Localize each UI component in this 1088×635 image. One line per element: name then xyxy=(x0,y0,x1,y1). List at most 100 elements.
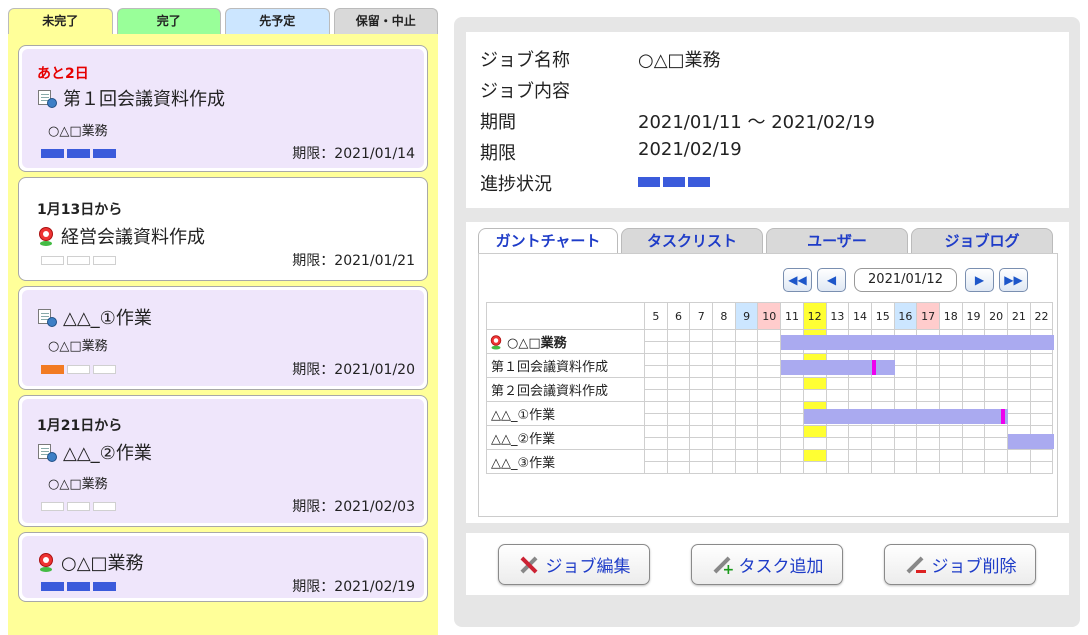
gantt-cell xyxy=(1029,413,1054,426)
tab-users[interactable]: ユーザー xyxy=(766,228,908,253)
gantt-cell xyxy=(870,461,895,474)
gantt-cell xyxy=(666,461,691,474)
job-card[interactable]: あと2日 第１回会議資料作成 ○△□業務 期限：2021/01/14 xyxy=(18,45,428,172)
progress-indicator xyxy=(638,177,710,196)
gantt-cell xyxy=(802,425,827,438)
gantt-row-label[interactable]: ○△□業務 xyxy=(486,329,645,354)
job-info: ジョブ名称 ○△□業務 ジョブ内容 期間 2021/01/11 〜 2021/02/… xyxy=(466,32,1069,208)
gantt-day-header: 10 xyxy=(757,302,782,330)
gantt-cell xyxy=(893,425,918,438)
gantt-cell xyxy=(689,413,714,426)
gantt-bar[interactable] xyxy=(803,409,1009,425)
edit-job-button[interactable]: ジョブ編集 xyxy=(498,544,650,585)
gantt-cell xyxy=(1007,377,1031,390)
job-card[interactable]: ○△□業務 期限：2021/02/19 xyxy=(18,532,428,602)
gantt-bar[interactable] xyxy=(781,359,895,375)
gantt-cell xyxy=(893,389,918,402)
add-task-button[interactable]: + タスク追加 xyxy=(691,544,843,585)
tab-scheduled[interactable]: 先予定 xyxy=(225,8,330,34)
prev-day-button[interactable]: ◀ xyxy=(817,268,846,292)
gantt-row-label[interactable]: △△_①作業 xyxy=(486,401,645,426)
gantt-cell xyxy=(848,461,872,474)
gantt-cell xyxy=(916,461,940,474)
gantt-cell xyxy=(1029,377,1054,390)
gantt-day-header: 20 xyxy=(984,302,1008,330)
period-value: 2021/01/11 〜 2021/02/19 xyxy=(638,112,875,133)
gantt-cell xyxy=(780,389,804,402)
gantt-cell xyxy=(644,413,668,426)
gantt-row-label[interactable]: 第１回会議資料作成 xyxy=(486,353,645,378)
tab-incomplete[interactable]: 未完了 xyxy=(8,8,113,34)
progress-indicator xyxy=(41,502,116,511)
gantt-row-label[interactable]: △△_②作業 xyxy=(486,425,645,450)
gantt-cell xyxy=(712,413,736,426)
gantt-chart: ◀◀ ◀ 2021/01/12 ▶ ▶▶ 5 6 7 8 9 10 11 12 13 14 15 16… xyxy=(478,253,1058,517)
delete-job-button[interactable]: ジョブ削除 xyxy=(884,544,1036,585)
gantt-day-header: 7 xyxy=(689,302,714,330)
date-navigation: ◀◀ ◀ 2021/01/12 ▶ ▶▶ xyxy=(783,268,1033,292)
gantt-cell xyxy=(961,377,986,390)
pin-icon xyxy=(489,334,503,349)
gantt-cell xyxy=(734,437,759,450)
gantt-cell xyxy=(666,437,691,450)
edit-job-label: ジョブ編集 xyxy=(545,557,631,577)
gantt-row-label[interactable]: △△_③作業 xyxy=(486,449,645,474)
gantt-cell xyxy=(644,353,668,366)
gantt-header-row: 5 6 7 8 9 10 11 12 13 14 15 16 17 18 19 20 21 22 xyxy=(486,302,1054,330)
gantt-cell xyxy=(712,437,736,450)
gantt-cell xyxy=(1029,461,1054,474)
gantt-cell xyxy=(893,449,918,462)
prev-week-button[interactable]: ◀◀ xyxy=(783,268,812,292)
gantt-cell xyxy=(780,401,804,414)
gantt-cell xyxy=(1029,401,1054,414)
gantt-bar[interactable] xyxy=(1008,434,1054,450)
gantt-cell xyxy=(689,449,714,462)
job-card[interactable]: △△_①作業 ○△□業務 期限：2021/01/20 xyxy=(18,286,428,390)
gantt-cell xyxy=(961,389,986,402)
gantt-bar[interactable] xyxy=(781,335,1054,350)
next-day-button[interactable]: ▶ xyxy=(965,268,994,292)
gantt-cell xyxy=(961,365,986,378)
tab-complete[interactable]: 完了 xyxy=(116,8,221,34)
progress-indicator xyxy=(41,365,116,374)
gantt-cell xyxy=(938,461,963,474)
gantt-cell xyxy=(689,341,714,354)
gantt-cell xyxy=(802,461,827,474)
job-card[interactable]: 1月13日から 経営会議資料作成 期限：2021/01/21 xyxy=(18,177,428,281)
gantt-cell xyxy=(757,377,782,390)
gantt-cell xyxy=(644,437,668,450)
gantt-cell xyxy=(689,461,714,474)
gantt-row: △△_②作業 xyxy=(486,425,1054,450)
gantt-cell xyxy=(712,461,736,474)
job-deadline: 期限：2021/02/03 xyxy=(292,499,415,515)
tab-task-list[interactable]: タスクリスト xyxy=(621,228,763,253)
gantt-cell xyxy=(984,449,1008,462)
progress-indicator xyxy=(41,256,116,265)
gantt-cell xyxy=(757,437,782,450)
tab-job-log[interactable]: ジョブログ xyxy=(911,228,1053,253)
tab-gantt-chart[interactable]: ガントチャート xyxy=(478,228,618,253)
job-parent: ○△□業務 xyxy=(48,477,108,492)
next-week-button[interactable]: ▶▶ xyxy=(999,268,1028,292)
job-name-label: ジョブ名称 xyxy=(480,50,570,71)
gantt-cell xyxy=(938,353,963,366)
gantt-cell xyxy=(666,449,691,462)
action-bar: ジョブ編集 + タスク追加 ジョブ削除 xyxy=(466,533,1069,595)
job-title: 経営会議資料作成 xyxy=(37,223,205,249)
gantt-cell xyxy=(757,461,782,474)
job-card[interactable]: 1月21日から △△_②作業 ○△□業務 期限：2021/02/03 xyxy=(18,395,428,527)
gantt-cell xyxy=(1029,365,1054,378)
gantt-cell xyxy=(757,341,782,354)
gantt-cell xyxy=(644,461,668,474)
gantt-day-header: 15 xyxy=(870,302,895,330)
current-date[interactable]: 2021/01/12 xyxy=(854,268,957,292)
gantt-cell xyxy=(757,413,782,426)
job-title: △△_①作業 xyxy=(37,304,152,330)
gantt-cell xyxy=(870,377,895,390)
gantt-cell xyxy=(825,377,850,390)
job-detail-panel: ジョブ名称 ○△□業務 ジョブ内容 期間 2021/01/11 〜 2021/02/… xyxy=(454,17,1080,627)
gantt-cell xyxy=(916,389,940,402)
tab-on-hold[interactable]: 保留・中止 xyxy=(333,8,438,34)
gantt-row-label[interactable]: 第２回会議資料作成 xyxy=(486,377,645,402)
gantt-day-header: 5 xyxy=(644,302,668,330)
